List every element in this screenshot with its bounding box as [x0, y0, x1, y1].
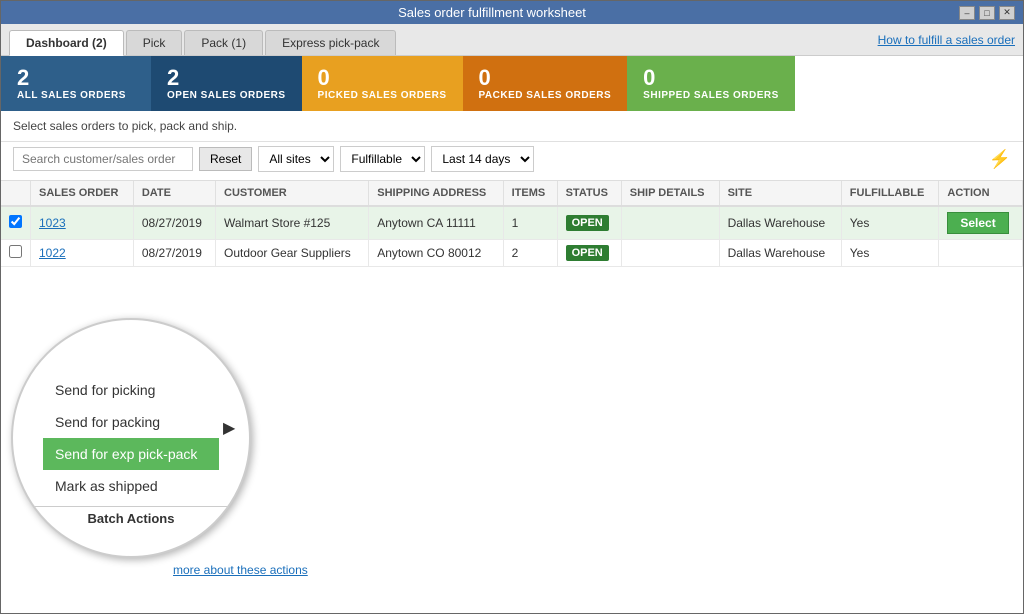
help-link[interactable]: How to fulfill a sales order	[878, 33, 1015, 53]
row1-site: Dallas Warehouse	[719, 206, 841, 240]
orders-table: SALES ORDER DATE CUSTOMER SHIPPING ADDRE…	[1, 181, 1023, 267]
menu-item-send-packing[interactable]: Send for packing	[43, 406, 219, 438]
table-row: 1022 08/27/2019 Outdoor Gear Suppliers A…	[1, 240, 1023, 267]
circle-menu-items: Send for picking Send for packing Send f…	[13, 374, 249, 502]
tab-pick[interactable]: Pick	[126, 30, 183, 55]
stats-bar: 2 ALL SALES ORDERS 2 OPEN SALES ORDERS 0…	[1, 56, 1023, 111]
window-controls: – □ ✕	[959, 6, 1015, 20]
stat-shipped: 0 SHIPPED SALES ORDERS	[627, 56, 795, 111]
row2-checkbox-cell[interactable]	[1, 240, 31, 267]
row2-site: Dallas Warehouse	[719, 240, 841, 267]
row1-ship-details	[621, 206, 719, 240]
sites-dropdown[interactable]: All sites	[258, 146, 334, 172]
maximize-button[interactable]: □	[979, 6, 995, 20]
toolbar-right: ⚡	[989, 149, 1011, 170]
toolbar-description: Select sales orders to pick, pack and sh…	[13, 119, 237, 133]
row2-items: 2	[503, 240, 557, 267]
tab-dashboard[interactable]: Dashboard (2)	[9, 30, 124, 56]
row1-checkbox[interactable]	[9, 215, 22, 228]
title-bar: Sales order fulfillment worksheet – □ ✕	[1, 1, 1023, 24]
row1-fulfillable: Yes	[841, 206, 939, 240]
fulfillable-dropdown[interactable]: Fulfillable	[340, 146, 425, 172]
batch-section: Send for picking Send for packing Send f…	[1, 333, 321, 613]
tab-express[interactable]: Express pick-pack	[265, 30, 396, 55]
col-shipping-address: SHIPPING ADDRESS	[369, 181, 503, 206]
toolbar-filters: Reset All sites Fulfillable Last 14 days…	[1, 142, 1023, 181]
stat-packed: 0 PACKED SALES ORDERS	[463, 56, 628, 111]
circle-menu-footer: Batch Actions	[13, 506, 249, 526]
row2-action	[939, 240, 1023, 267]
order-link-1022[interactable]: 1022	[39, 246, 66, 260]
row2-checkbox[interactable]	[9, 245, 22, 258]
minimize-button[interactable]: –	[959, 6, 975, 20]
stat-all-sales: 2 ALL SALES ORDERS	[1, 56, 151, 111]
col-customer: CUSTOMER	[216, 181, 369, 206]
row2-order: 1022	[31, 240, 134, 267]
order-link-1023[interactable]: 1023	[39, 216, 66, 230]
close-button[interactable]: ✕	[999, 6, 1015, 20]
row1-order: 1023	[31, 206, 134, 240]
more-actions-link[interactable]: more about these actions	[161, 559, 320, 581]
col-site: SITE	[719, 181, 841, 206]
row1-date: 08/27/2019	[133, 206, 215, 240]
table-row: 1023 08/27/2019 Walmart Store #125 Anyto…	[1, 206, 1023, 240]
table-header-row: SALES ORDER DATE CUSTOMER SHIPPING ADDRE…	[1, 181, 1023, 206]
col-ship-details: SHIP DETAILS	[621, 181, 719, 206]
menu-item-mark-shipped[interactable]: Mark as shipped	[43, 470, 219, 502]
menu-item-send-exp-pick-pack[interactable]: Send for exp pick-pack	[43, 438, 219, 470]
row2-ship-details	[621, 240, 719, 267]
row2-address: Anytown CO 80012	[369, 240, 503, 267]
tab-pack[interactable]: Pack (1)	[184, 30, 263, 55]
row2-status: OPEN	[557, 240, 621, 267]
status-badge-open-2: OPEN	[566, 245, 609, 261]
col-checkbox	[1, 181, 31, 206]
tabs-container: Dashboard (2) Pick Pack (1) Express pick…	[9, 30, 396, 55]
row1-customer: Walmart Store #125	[216, 206, 369, 240]
window-title: Sales order fulfillment worksheet	[25, 5, 959, 20]
stat-open-sales: 2 OPEN SALES ORDERS	[151, 56, 302, 111]
stat-picked: 0 PICKED SALES ORDERS	[302, 56, 463, 111]
row1-checkbox-cell[interactable]	[1, 206, 31, 240]
row1-address: Anytown CA 11111	[369, 206, 503, 240]
toolbar: Select sales orders to pick, pack and sh…	[1, 111, 1023, 142]
toolbar-left: Select sales orders to pick, pack and sh…	[13, 119, 237, 133]
row2-customer: Outdoor Gear Suppliers	[216, 240, 369, 267]
days-dropdown[interactable]: Last 14 days	[431, 146, 534, 172]
lightning-icon[interactable]: ⚡	[989, 149, 1011, 170]
reset-button[interactable]: Reset	[199, 147, 252, 171]
row1-status: OPEN	[557, 206, 621, 240]
col-date: DATE	[133, 181, 215, 206]
more-actions-container: more about these actions	[161, 563, 320, 577]
col-items: ITEMS	[503, 181, 557, 206]
row2-fulfillable: Yes	[841, 240, 939, 267]
window-icon	[9, 6, 25, 20]
main-window: Sales order fulfillment worksheet – □ ✕ …	[0, 0, 1024, 614]
row2-date: 08/27/2019	[133, 240, 215, 267]
content-area: 2 ALL SALES ORDERS 2 OPEN SALES ORDERS 0…	[1, 56, 1023, 613]
col-action: ACTION	[939, 181, 1023, 206]
col-sales-order: SALES ORDER	[31, 181, 134, 206]
search-input[interactable]	[13, 147, 193, 171]
circle-context-menu: Send for picking Send for packing Send f…	[11, 318, 251, 558]
col-fulfillable: FULFILLABLE	[841, 181, 939, 206]
col-status: STATUS	[557, 181, 621, 206]
row1-action: Select	[939, 206, 1023, 240]
menu-item-send-picking[interactable]: Send for picking	[43, 374, 219, 406]
status-badge-open: OPEN	[566, 215, 609, 231]
filter-controls: Reset All sites Fulfillable Last 14 days	[13, 146, 534, 172]
tabs-bar: Dashboard (2) Pick Pack (1) Express pick…	[1, 24, 1023, 56]
action-select-button-1023[interactable]: Select	[947, 212, 1008, 234]
row1-items: 1	[503, 206, 557, 240]
